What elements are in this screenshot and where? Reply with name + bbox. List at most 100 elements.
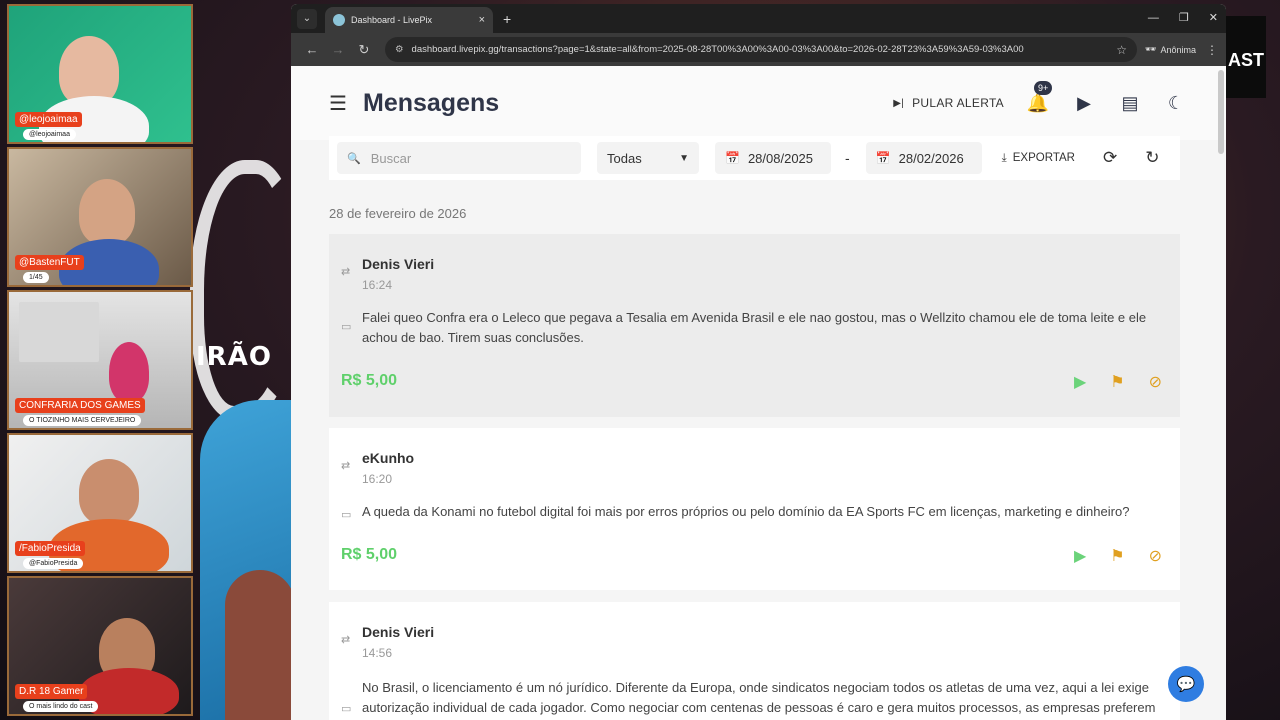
transaction-actions: ▶ ⚑ ⊘	[1074, 372, 1162, 392]
export-label: EXPORTAR	[1012, 152, 1075, 164]
webcam-2: @BastenFUT 1/45	[7, 147, 193, 287]
transaction-card[interactable]: ⇄ Denis Vieri 14:56 ▭ No Brasil, o licen…	[329, 602, 1180, 720]
tab-bar: ⌄ Dashboard - LivePix × + — ❐ ✕	[291, 4, 1226, 33]
search-input[interactable]: 🔍 Buscar	[337, 142, 581, 174]
skip-alert-button[interactable]: ▶| PULAR ALERTA	[893, 96, 1004, 110]
incognito-indicator[interactable]: 🕶 Anônima	[1145, 44, 1196, 55]
hamburger-menu-icon[interactable]: ☰	[329, 91, 363, 116]
webcam-3-name: CONFRARIA DOS GAMES	[15, 398, 145, 413]
filters-bar: 🔍 Buscar Todas ▼ 📅 28/08/2025 - 📅 28/02/…	[329, 136, 1180, 180]
webcam-1-name: @leojoaimaa	[15, 112, 82, 127]
transaction-message: Falei queo Confra era o Leleco que pegav…	[362, 310, 1147, 345]
message-icon: ▭	[341, 509, 352, 521]
block-icon[interactable]: ⊘	[1149, 546, 1162, 566]
window-controls: — ❐ ✕	[1148, 4, 1218, 33]
flag-icon[interactable]: ⚑	[1110, 372, 1124, 392]
webcam-2-name: @BastenFUT	[15, 255, 84, 270]
close-tab-icon[interactable]: ×	[479, 14, 485, 26]
status-select[interactable]: Todas ▼	[597, 142, 699, 174]
livepix-favicon-icon	[333, 14, 345, 26]
reload-icon[interactable]: ↻	[351, 42, 377, 58]
tab-dashboard[interactable]: Dashboard - LivePix ×	[325, 7, 493, 33]
transaction-time: 16:20	[362, 472, 393, 486]
webcam-4-name: /FabioPresida	[15, 541, 85, 556]
status-selected: Todas	[607, 150, 642, 166]
date-group-heading: 28 de fevereiro de 2026	[329, 206, 467, 221]
block-icon[interactable]: ⊘	[1149, 372, 1162, 392]
dark-mode-toggle[interactable]: ☾	[1164, 91, 1188, 115]
webcam-3: CONFRARIA DOS GAMES O TIOZINHO MAIS CERV…	[7, 290, 193, 430]
notifications-badge: 9+	[1034, 81, 1053, 95]
replay-icon[interactable]: ▶	[1074, 372, 1086, 392]
bell-icon: 🔔	[1026, 92, 1050, 113]
webcam-1: @leojoaimaa @leojoaimaa	[7, 4, 193, 144]
page-content: ☰ Mensagens ▶| PULAR ALERTA 🔔 9+ ▶ ▤ ☾ 🔍…	[291, 66, 1226, 720]
incognito-label: Anônima	[1160, 44, 1196, 55]
download-icon: ⤓	[1001, 151, 1007, 164]
layout-button[interactable]: ▤	[1118, 91, 1142, 115]
export-button[interactable]: ⤓ EXPORTAR	[1002, 152, 1075, 165]
webcam-1-sub: @leojoaimaa	[23, 129, 76, 140]
search-placeholder: Buscar	[370, 150, 412, 166]
skip-icon: ▶|	[893, 97, 905, 109]
background-emblem	[190, 160, 300, 420]
calendar-icon: 📅	[875, 151, 891, 165]
flag-icon[interactable]: ⚑	[1110, 546, 1124, 566]
donor-name: eKunho	[362, 450, 415, 466]
minimize-icon[interactable]: —	[1148, 4, 1159, 33]
youtube-button[interactable]: ▶	[1072, 91, 1096, 115]
chevron-down-icon: ▼	[679, 152, 689, 164]
replay-icon[interactable]: ▶	[1074, 546, 1086, 566]
restore-icon[interactable]: ❐	[1179, 4, 1189, 33]
webcam-4-sub: @FabioPresida	[23, 558, 84, 569]
incognito-icon: 🕶	[1145, 44, 1157, 54]
date-from-value: 28/08/2025	[747, 150, 814, 166]
message-icon: ▭	[341, 703, 352, 715]
youtube-icon: ▶	[1077, 92, 1091, 113]
browser-menu-icon[interactable]: ⋮	[1206, 43, 1218, 57]
webcam-5: D.R 18 Gamer O mais lindo do cast	[7, 576, 193, 716]
transaction-amount: R$ 5,00	[341, 372, 398, 389]
transaction-amount: R$ 5,00	[341, 546, 398, 563]
transfer-icon: ⇄	[341, 266, 351, 278]
skip-alert-label: PULAR ALERTA	[912, 96, 1004, 110]
transaction-card[interactable]: ⇄ Denis Vieri 16:24 ▭ Falei queo Confra …	[329, 234, 1180, 417]
bookmark-star-icon[interactable]: ☆	[1116, 43, 1127, 57]
page-header: ☰ Mensagens ▶| PULAR ALERTA 🔔 9+ ▶ ▤ ☾	[291, 66, 1226, 140]
date-to-value: 28/02/2026	[898, 150, 964, 166]
tab-title: Dashboard - LivePix	[351, 15, 433, 25]
address-bar: ← → ↻ ⚙ dashboard.livepix.gg/transaction…	[291, 33, 1226, 66]
webcam-2-sub: 1/45	[23, 272, 49, 283]
back-icon[interactable]: ←	[299, 42, 325, 57]
transaction-time: 16:24	[362, 278, 393, 292]
tab-search-button[interactable]: ⌄	[297, 8, 317, 29]
chat-support-button[interactable]: 💬	[1168, 666, 1204, 702]
transaction-card[interactable]: ⇄ eKunho 16:20 ▭ A queda da Konami no fu…	[329, 428, 1180, 590]
date-to-field[interactable]: 📅 28/02/2026	[865, 142, 982, 174]
calendar-icon: 📅	[725, 151, 740, 165]
close-window-icon[interactable]: ✕	[1209, 4, 1218, 33]
date-separator: -	[845, 150, 850, 166]
new-tab-button[interactable]: +	[503, 11, 511, 27]
url-field[interactable]: ⚙ dashboard.livepix.gg/transactions?page…	[385, 37, 1138, 62]
webcam-5-sub: O mais lindo do cast	[23, 701, 99, 712]
webcam-5-name: D.R 18 Gamer	[15, 684, 88, 699]
transaction-time: 14:56	[362, 646, 393, 660]
right-logo-tag: AST	[1226, 16, 1266, 98]
donor-name: Denis Vieri	[362, 256, 435, 272]
forward-icon[interactable]: →	[325, 42, 351, 57]
search-icon: 🔍	[347, 152, 361, 165]
donor-name: Denis Vieri	[362, 624, 435, 640]
transfer-icon: ⇄	[341, 634, 351, 646]
webcam-3-sub: O TIOZINHO MAIS CERVEJEIRO	[23, 415, 142, 426]
notifications-button[interactable]: 🔔 9+	[1026, 81, 1053, 115]
transfer-icon: ⇄	[341, 460, 351, 472]
page-title: Mensagens	[363, 88, 500, 117]
page-scrollbar[interactable]	[1218, 70, 1224, 154]
auto-refresh-icon[interactable]: ⟳	[1103, 148, 1117, 168]
site-settings-icon[interactable]: ⚙	[395, 44, 404, 55]
date-from-field[interactable]: 📅 28/08/2025	[715, 142, 831, 174]
transaction-actions: ▶ ⚑ ⊘	[1074, 546, 1162, 566]
transaction-message: A queda da Konami no futebol digital foi…	[362, 504, 1130, 519]
refresh-icon[interactable]: ↻	[1145, 148, 1159, 168]
